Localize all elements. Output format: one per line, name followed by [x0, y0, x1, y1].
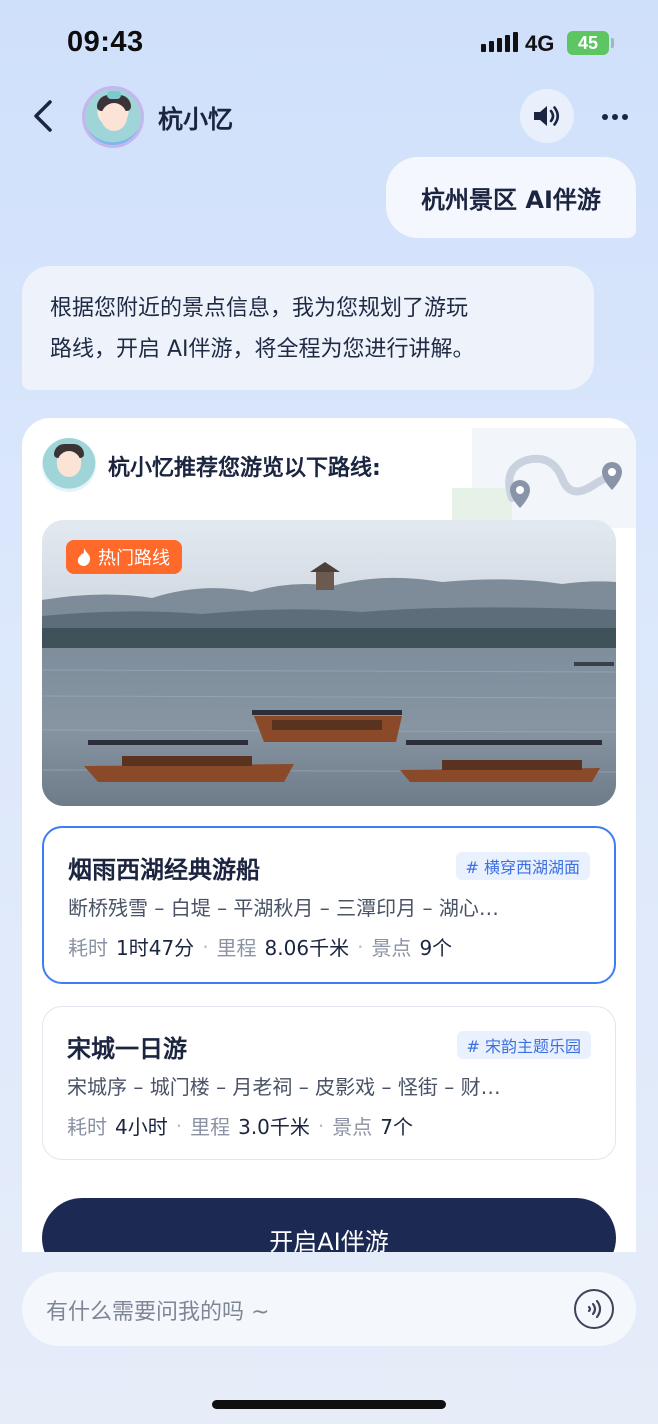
chevron-left-icon	[34, 100, 52, 132]
route-name: 宋城一日游	[67, 1035, 187, 1063]
spots-label: 景点	[371, 936, 412, 960]
status-bar: 09:43 4G 45	[0, 0, 658, 86]
route-stops: 宋城序 – 城门楼 – 月老祠 – 皮影戏 – 怪街 – 财…	[67, 1075, 501, 1099]
battery-level: 45	[577, 32, 599, 53]
network-type: 4G	[525, 31, 555, 56]
route-recommendation-card: 杭小忆推荐您游览以下路线: 热门路线 烟雨西湖经典游船 # 横穿西湖湖面 断桥残…	[22, 418, 636, 1252]
ai-message-bubble: 根据您附近的景点信息，我为您规划了游玩 路线，开启 AI伴游，将全程为您进行讲解…	[22, 266, 594, 390]
assistant-avatar	[42, 438, 96, 492]
distance-label: 里程	[190, 1115, 231, 1139]
more-button[interactable]	[598, 100, 632, 134]
ai-message-line: 路线，开启 AI伴游，将全程为您进行讲解。	[50, 337, 475, 362]
battery-icon: 45	[567, 31, 609, 55]
time-label: 耗时	[68, 936, 108, 960]
route-tag: # 宋韵主题乐园	[456, 1031, 591, 1059]
spots-value: 7个	[380, 1115, 413, 1139]
more-icon-dot	[602, 114, 608, 120]
route-tag: # 横穿西湖湖面	[455, 852, 590, 880]
distance-value: 3.0千米	[238, 1115, 310, 1139]
chat-input-placeholder[interactable]: 有什么需要问我的吗 ~	[46, 1294, 269, 1326]
speaker-icon	[534, 106, 560, 126]
battery-tip	[611, 38, 614, 48]
fire-icon	[77, 548, 91, 566]
card-title: 杭小忆推荐您游览以下路线:	[108, 456, 381, 481]
signal-icon	[481, 32, 518, 52]
ai-message-line: 根据您附近的景点信息，我为您规划了游玩	[50, 296, 469, 321]
route-name: 烟雨西湖经典游船	[68, 856, 260, 884]
user-message-text: 杭州景区 AI伴游	[421, 186, 601, 214]
route-meta: 耗时 4小时 · 里程 3.0千米 · 景点 7个	[67, 1111, 413, 1140]
page-title: 杭小忆	[158, 105, 234, 134]
back-button[interactable]	[28, 96, 60, 136]
hot-route-badge: 热门路线	[66, 540, 182, 574]
route-meta: 耗时 1时47分 · 里程 8.06千米 · 景点 9个	[68, 932, 452, 961]
route-hero-image[interactable]: 热门路线	[42, 520, 616, 806]
time-label: 耗时	[67, 1115, 107, 1139]
voice-wave-icon	[587, 1299, 602, 1319]
nav-bar: 杭小忆	[0, 86, 658, 150]
route-stops: 断桥残雪 – 白堤 – 平湖秋月 – 三潭印月 – 湖心…	[68, 896, 499, 920]
spots-label: 景点	[332, 1115, 373, 1139]
more-icon-dot	[622, 114, 628, 120]
speaker-button[interactable]	[520, 89, 574, 143]
user-message-bubble: 杭州景区 AI伴游	[386, 157, 636, 238]
boat	[252, 710, 402, 742]
time-value: 1时47分	[116, 936, 195, 960]
time-value: 4小时	[115, 1115, 168, 1139]
home-indicator[interactable]	[212, 1400, 446, 1409]
more-icon-dot	[612, 114, 618, 120]
avatar[interactable]	[82, 86, 144, 148]
status-time: 09:43	[67, 26, 144, 58]
voice-input-button[interactable]	[574, 1289, 614, 1329]
map-route-icon	[452, 428, 636, 528]
spots-value: 9个	[419, 936, 453, 960]
distance-value: 8.06千米	[264, 936, 350, 960]
chat-input-bar[interactable]: 有什么需要问我的吗 ~	[22, 1272, 636, 1346]
route-option-song-city[interactable]: 宋城一日游 # 宋韵主题乐园 宋城序 – 城门楼 – 月老祠 – 皮影戏 – 怪…	[42, 1006, 616, 1160]
route-option-west-lake[interactable]: 烟雨西湖经典游船 # 横穿西湖湖面 断桥残雪 – 白堤 – 平湖秋月 – 三潭印…	[42, 826, 616, 984]
hot-badge-label: 热门路线	[98, 548, 170, 569]
distance-label: 里程	[216, 936, 257, 960]
start-ai-tour-button[interactable]: 开启AI伴游	[42, 1198, 616, 1252]
